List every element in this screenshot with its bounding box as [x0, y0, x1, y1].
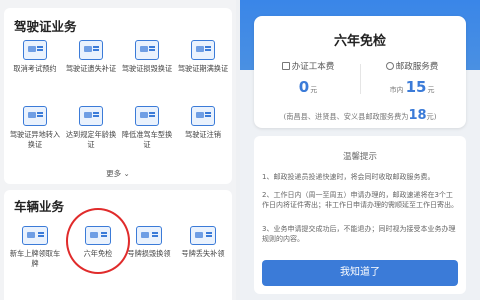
plate-icon	[190, 226, 216, 245]
fee-value: 0	[298, 78, 310, 96]
tips-title: 温馨提示	[342, 152, 377, 162]
service-age-renewal[interactable]: 达到规定年龄换证	[64, 106, 118, 150]
service-damaged-license[interactable]: 驾驶证损毁换证	[120, 40, 174, 74]
tip-2: 2、工作日内（周一至周五）申请办理的，邮政速递将在3个工作日内将证件寄出；非工作…	[262, 191, 458, 209]
service-damaged-plate[interactable]: 号牌损毁换领	[122, 226, 176, 259]
vehicle-services-card: 车辆业务 新车上牌领取车牌 六年免检 号牌损毁换领 号牌丢失补领	[4, 190, 232, 300]
fee-note: (南昌县、进贤县、安义县邮政服务费为18元)	[254, 108, 466, 123]
fee-item-document: 办证工本费 0元	[258, 60, 358, 96]
service-label: 号牌丢失补领	[181, 249, 225, 258]
license-cancel-icon	[191, 106, 215, 126]
red-circle-highlight	[66, 208, 130, 274]
tip-1: 1、邮政投递员投递快速时，将会同时收取邮政服务费。	[262, 173, 435, 181]
service-label: 新车上牌领取车牌	[9, 249, 61, 268]
license-card-icon	[79, 106, 103, 126]
service-label: 驾驶证损毁换证	[121, 64, 173, 73]
service-transfer-license[interactable]: 驾驶证异地转入换证	[8, 106, 62, 150]
page-title: 六年免检	[333, 34, 386, 49]
service-label: 驾驶证注销	[185, 130, 221, 139]
service-label: 驾驶证异地转入换证	[9, 130, 61, 149]
service-label: 驾驶证期满换证	[177, 64, 229, 73]
license-card-icon	[79, 40, 103, 60]
service-downgrade-class[interactable]: 降低准驾车型换证	[120, 106, 174, 150]
section-title-vehicle: 车辆业务	[14, 199, 65, 214]
service-cancel-exam[interactable]: 取消考试预约	[8, 40, 62, 74]
license-card-icon	[135, 40, 159, 60]
cancel-exam-icon	[23, 40, 47, 60]
service-label: 达到规定年龄换证	[65, 130, 117, 149]
fee-label: 办证工本费	[291, 62, 335, 72]
more-link[interactable]: 更多 ⌄	[4, 168, 232, 179]
divider	[360, 64, 361, 94]
fee-unit: 元	[427, 86, 435, 94]
tips-card: 温馨提示 1、邮政投递员投递快速时，将会同时收取邮政服务费。 2、工作日内（周一…	[254, 136, 466, 294]
plate-icon	[136, 226, 162, 245]
plate-icon	[22, 226, 48, 245]
service-label: 驾驶证遗失补证	[65, 64, 117, 73]
tag-icon	[385, 62, 394, 70]
license-class-icon	[135, 106, 159, 126]
detail-panel: 六年免检 办证工本费 0元 邮政服务费 市内 15元 (南昌县、进贤县、安义县邮政…	[240, 0, 480, 300]
license-card-icon	[191, 40, 215, 60]
service-lost-license[interactable]: 驾驶证遗失补证	[64, 40, 118, 74]
service-label: 取消考试预约	[13, 64, 57, 73]
fee-value: 15	[405, 78, 427, 96]
fee-unit: 元	[310, 86, 318, 94]
service-lost-plate[interactable]: 号牌丢失补领	[176, 226, 230, 259]
service-label: 降低准驾车型换证	[121, 130, 173, 149]
note-value: 18	[408, 108, 427, 123]
license-card-icon	[23, 106, 47, 126]
fee-label: 邮政服务费	[395, 62, 439, 72]
edit-doc-icon	[281, 62, 290, 70]
acknowledge-button[interactable]: 我知道了	[262, 260, 458, 286]
service-label: 号牌损毁换领	[127, 249, 171, 258]
fee-item-postal: 邮政服务费 市内 15元	[362, 60, 462, 96]
tip-3: 3、业务申请提交成功后，不能退办；同时视为接受本业务办理规则的内容。	[262, 225, 456, 243]
service-cancel-license[interactable]: 驾驶证注销	[176, 106, 230, 140]
service-expired-license[interactable]: 驾驶证期满换证	[176, 40, 230, 74]
service-new-plate[interactable]: 新车上牌领取车牌	[8, 226, 62, 269]
fee-card: 六年免检 办证工本费 0元 邮政服务费 市内 15元 (南昌县、进贤县、安义县邮政…	[254, 16, 466, 128]
section-title-license: 驾驶证业务	[14, 19, 77, 34]
fee-prefix: 市内	[389, 86, 404, 94]
note-suffix: 元)	[426, 112, 437, 121]
license-services-card: 驾驶证业务 取消考试预约 驾驶证遗失补证 驾驶证损毁换证 驾驶证期满换证 驾驶证…	[4, 8, 232, 184]
service-list-panel: 驾驶证业务 取消考试预约 驾驶证遗失补证 驾驶证损毁换证 驾驶证期满换证 驾驶证…	[0, 0, 236, 300]
note-text: (南昌县、进贤县、安义县邮政服务费为	[283, 112, 409, 121]
